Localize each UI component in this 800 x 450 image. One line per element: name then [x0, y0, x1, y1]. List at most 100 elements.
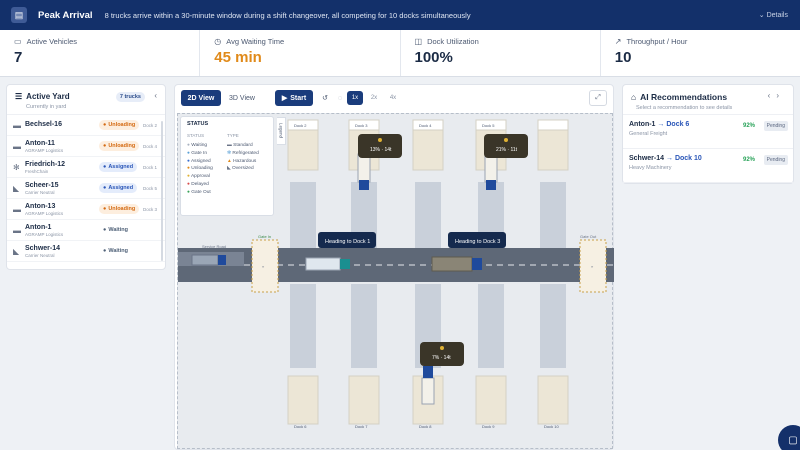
legend-item: ● Assigned	[187, 158, 211, 164]
legend-type-header: TYPE	[227, 133, 239, 138]
dock-label: Dock 8	[419, 424, 432, 429]
load-bubble: 7% · 14t	[420, 342, 464, 366]
expand-icon[interactable]: ⤢	[589, 90, 607, 106]
trailer-shape	[357, 153, 371, 183]
collapse-icon[interactable]: ‹	[154, 91, 157, 100]
start-button[interactable]: ▶ Start	[275, 90, 313, 106]
dock-label: Dock 9	[482, 424, 495, 429]
dock-label: Dock 1	[142, 164, 157, 170]
chevron-down-icon: ⌄	[758, 12, 767, 19]
truck-icon: ▬	[227, 143, 232, 148]
dock-label: Dock 5	[482, 123, 495, 128]
details-button[interactable]: ⌄ Details	[759, 11, 788, 19]
dock-label: Dock 4	[419, 123, 432, 128]
snowflake-icon: ✻	[227, 150, 232, 156]
cargo-type: General Freight	[629, 131, 668, 137]
legend-tab[interactable]: Legend	[277, 117, 286, 145]
status-badge: ● Unloading	[99, 204, 140, 214]
legend-item: ◣ Oversized	[227, 166, 254, 172]
status-badge: Pending	[763, 121, 788, 131]
legend-item: ● Waiting	[187, 143, 208, 148]
scrollbar[interactable]	[161, 121, 163, 261]
truck-marker[interactable]	[305, 257, 350, 271]
speed-2x-button[interactable]: 2x	[366, 91, 382, 105]
legend-status-list: ● Waiting ● Gate In ● Assigned ● Unloadi…	[187, 142, 213, 197]
stat-value: 7	[14, 49, 23, 66]
oversized-icon: ◣	[13, 183, 20, 193]
view-3d-button[interactable]: 3D View	[223, 90, 261, 106]
panel-title: Active Yard	[26, 92, 70, 101]
confidence-value: 92%	[742, 157, 755, 163]
list-item[interactable]: ▬ Anton-11 AGRAMP Logistics ● Unloading Do…	[7, 136, 165, 157]
status-badge: ● Waiting	[103, 227, 128, 233]
truck-marker[interactable]	[484, 153, 498, 190]
heading-label: Heading to Dock 1	[318, 232, 376, 248]
stat-avg-waiting: ◷ Avg Waiting Time 45 min	[200, 30, 401, 76]
recommendation-item[interactable]: Schwer-14 → Dock 10 Heavy Machinery 92% …	[623, 149, 793, 183]
bubble-text: 21% · 11t	[496, 147, 518, 153]
yard-panel: 2D View 3D View ▶ Start ↺ ◌ 1x 2x 4x ⤢ S…	[174, 84, 614, 450]
list-item[interactable]: ◣ Scheer-15 Carrier Neutral ● Assigned Doc…	[7, 178, 165, 199]
stats-bar: ▭ Active Vehicles 7 ◷ Avg Waiting Time 45 …	[0, 30, 800, 77]
dock-bay	[287, 375, 319, 425]
legend-panel: STATUS STATUS TYPE ● Waiting ● Gate In ●…	[180, 116, 286, 216]
status-badge: Pending	[763, 155, 788, 165]
status-dot	[504, 138, 508, 142]
bubble-shape	[484, 134, 528, 158]
legend-title: STATUS	[187, 121, 209, 127]
dock-lane	[540, 284, 566, 368]
truck-marker[interactable]	[191, 254, 226, 266]
status-badge: ● Assigned	[99, 183, 138, 193]
truck-marker[interactable]	[357, 153, 371, 190]
legend-item: ● Approval	[187, 174, 210, 180]
truck-marker[interactable]	[421, 366, 435, 405]
yard-toolbar: 2D View 3D View ▶ Start ↺ ◌ 1x 2x 4x ⤢	[175, 85, 615, 111]
list-item[interactable]: ▬ Anton-13 AGRAMP Logistics ● Unloading Do…	[7, 199, 165, 220]
oversized-icon: ◣	[227, 166, 231, 172]
cab-shape	[472, 258, 482, 270]
dock-label: Dock 7	[355, 424, 368, 429]
chat-icon[interactable]: ▢	[778, 425, 800, 450]
bubble-shape	[420, 342, 464, 366]
chevron-right-icon[interactable]: ›	[776, 91, 785, 100]
clock-icon: ◷	[214, 37, 222, 46]
truck-icon: ▬	[13, 225, 21, 235]
trailer-shape	[305, 257, 341, 271]
speed-1x-button[interactable]: 1x	[347, 91, 363, 105]
reset-icon[interactable]: ↺	[318, 90, 332, 106]
truck-icon: ▬	[13, 204, 21, 214]
heading-text: Heading to Dock 3	[455, 239, 500, 245]
cab-shape	[359, 180, 369, 190]
legend-item: ▬ Standard	[227, 143, 253, 148]
chart-icon: ▤	[11, 7, 27, 23]
list-item[interactable]: ▬ Bechsel-16 ● Unloading Dock 2	[7, 115, 165, 136]
banner-title: Peak Arrival	[38, 9, 93, 21]
recommendation-item[interactable]: Anton-1 → Dock 6 General Freight 92% Pen…	[623, 115, 793, 149]
list-item[interactable]: ◣ Schwer-14 Carrier Neutral ● Waiting	[7, 241, 165, 262]
truck-marker[interactable]	[431, 256, 482, 272]
legend-item: ● Gate Out	[187, 189, 211, 195]
list-item[interactable]: ▬ Anton-1 AGRAMP Logistics ● Waiting	[7, 220, 165, 241]
speed-4x-button[interactable]: 4x	[385, 91, 401, 105]
nav-arrows[interactable]: ‹›	[768, 91, 785, 100]
list-item[interactable]: ✻ Friedrich-12 FreshChain ● Assigned Dock …	[7, 157, 165, 178]
dock-label: Dock 3	[355, 123, 368, 128]
dock-label: Dock 6	[294, 424, 307, 429]
status-badge: ● Unloading	[99, 120, 140, 130]
rewind-icon[interactable]: ◌	[335, 90, 345, 106]
stat-value: 10	[614, 49, 632, 66]
status-badge: ● Waiting	[103, 248, 128, 254]
dock-label: Dock 2	[294, 123, 307, 128]
trailer-shape	[191, 254, 219, 266]
truck-count-badge: 7 trucks	[115, 92, 145, 102]
truck-icon: ▬	[13, 120, 21, 130]
view-2d-button[interactable]: 2D View	[181, 90, 221, 106]
status-badge: ● Unloading	[99, 141, 140, 151]
dock-label: Dock 10	[544, 424, 559, 429]
status-badge: ● Assigned	[99, 162, 138, 172]
cargo-type: Heavy Machinery	[629, 165, 672, 171]
dock-label: Dock 2	[142, 122, 157, 128]
heading-label: Heading to Dock 3	[448, 232, 506, 248]
gate-out-label: Gate Out	[580, 234, 597, 239]
panel-title: AI Recommendations	[640, 92, 728, 102]
